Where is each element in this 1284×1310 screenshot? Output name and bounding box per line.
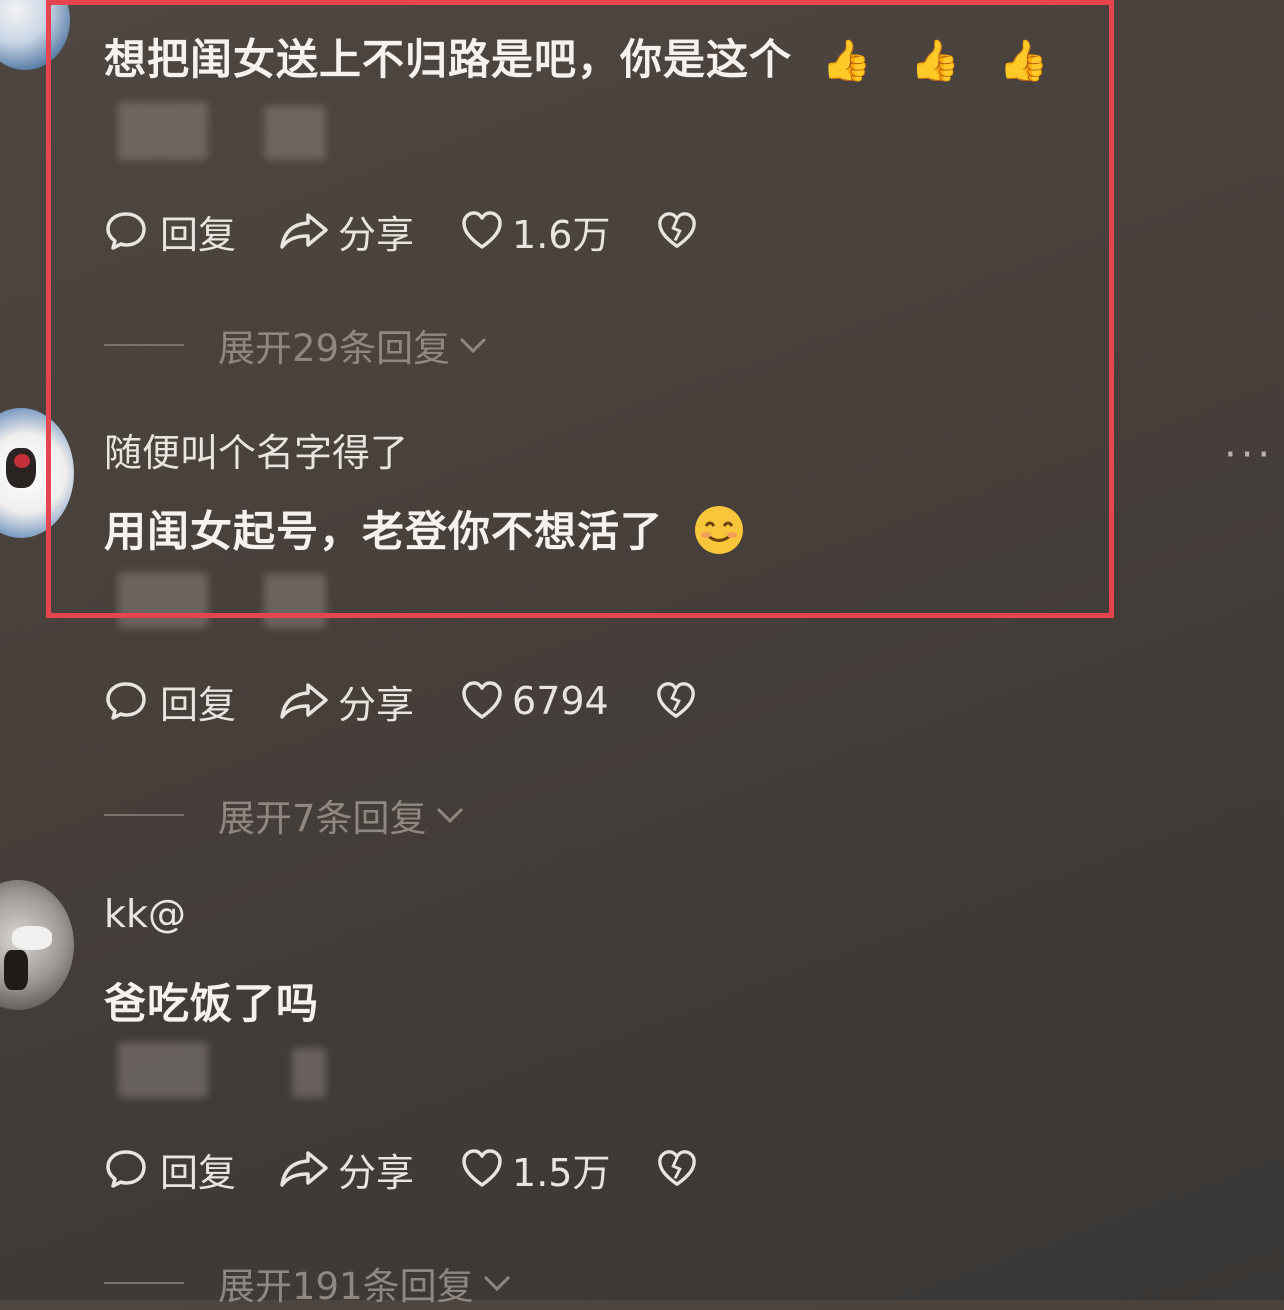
reply-button[interactable]: 回复 bbox=[104, 1142, 236, 1197]
expand-replies[interactable]: 展开7条回复 bbox=[104, 788, 465, 842]
heart-icon bbox=[462, 681, 502, 719]
highlight-box bbox=[46, 0, 1114, 618]
broken-heart-icon bbox=[656, 682, 695, 718]
speech-bubble-icon bbox=[106, 682, 146, 720]
heart-icon bbox=[462, 1149, 502, 1187]
dislike-button[interactable] bbox=[656, 1148, 698, 1190]
broken-heart-icon bbox=[658, 1150, 697, 1186]
divider-line bbox=[104, 1282, 184, 1284]
reply-label: 回复 bbox=[160, 682, 237, 727]
avatar[interactable] bbox=[0, 880, 74, 1010]
comment-actions: 回复 分享 6794 bbox=[104, 674, 697, 729]
share-label: 分享 bbox=[338, 682, 415, 727]
username[interactable]: kk@ bbox=[104, 892, 186, 936]
speech-bubble-icon bbox=[106, 1150, 146, 1188]
share-button[interactable]: 分享 bbox=[278, 1142, 414, 1197]
reply-button[interactable]: 回复 bbox=[104, 674, 236, 729]
like-count: 1.5万 bbox=[512, 1150, 611, 1195]
dislike-button[interactable] bbox=[655, 680, 697, 722]
more-options-icon[interactable]: ··· bbox=[1224, 432, 1274, 478]
blurred-image bbox=[118, 1042, 208, 1098]
like-button[interactable]: 6794 bbox=[460, 679, 609, 723]
expand-replies[interactable]: 展开191条回复 bbox=[104, 1256, 512, 1310]
blurred-image bbox=[292, 1048, 326, 1098]
share-arrow-icon bbox=[280, 683, 328, 719]
expand-replies-label: 展开191条回复 bbox=[218, 1265, 474, 1308]
chevron-down-icon bbox=[436, 807, 463, 824]
reply-label: 回复 bbox=[160, 1150, 237, 1195]
share-button[interactable]: 分享 bbox=[278, 674, 414, 729]
comment-text: 爸吃饭了吗 bbox=[104, 979, 320, 1028]
expand-replies-label: 展开7条回复 bbox=[218, 797, 427, 840]
comment-actions: 回复 分享 1.5万 bbox=[104, 1142, 698, 1197]
share-label: 分享 bbox=[338, 1150, 415, 1195]
share-arrow-icon bbox=[280, 1151, 328, 1187]
like-button[interactable]: 1.5万 bbox=[460, 1142, 610, 1197]
divider-line bbox=[104, 814, 184, 816]
chevron-down-icon bbox=[483, 1275, 510, 1292]
like-count: 6794 bbox=[512, 679, 609, 723]
